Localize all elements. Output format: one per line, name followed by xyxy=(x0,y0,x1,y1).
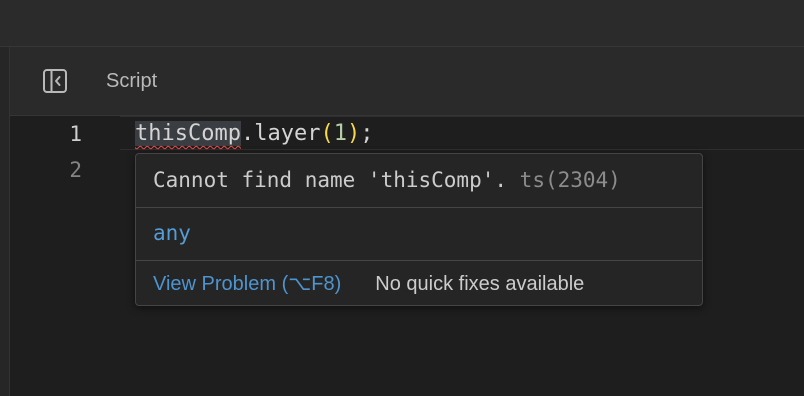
error-message-text: Cannot find name 'thisComp'. xyxy=(153,168,508,192)
code-line[interactable]: thisComp.layer(1); xyxy=(135,117,373,151)
number-literal: 1 xyxy=(333,121,347,146)
line-number: 2 xyxy=(69,158,82,182)
view-problem-link[interactable]: View Problem (⌥F8) xyxy=(153,273,341,295)
no-quick-fixes-text: No quick fixes available xyxy=(375,273,585,295)
script-editor-window: Script 1 2 thisComp.layer(1); Cannot fin… xyxy=(0,0,804,396)
divider xyxy=(136,260,702,261)
divider xyxy=(136,207,702,208)
member-access: .layer xyxy=(240,121,321,146)
close-paren: ) xyxy=(346,121,361,146)
page-title: Script xyxy=(106,70,158,92)
type-info: any xyxy=(153,221,191,245)
open-paren: ( xyxy=(320,121,334,146)
hover-actions: View Problem (⌥F8) No quick fixes availab… xyxy=(153,269,584,299)
semicolon: ; xyxy=(360,121,374,146)
sidebar-toggle-icon[interactable] xyxy=(42,68,68,94)
line-number: 1 xyxy=(69,122,82,146)
error-code: ts(2304) xyxy=(519,168,621,192)
hover-tooltip: Cannot find name 'thisComp'. ts(2304) an… xyxy=(135,153,703,306)
error-identifier[interactable]: thisComp xyxy=(135,121,241,146)
left-rail xyxy=(0,47,10,396)
top-bar xyxy=(0,0,804,47)
script-header: Script xyxy=(10,47,804,116)
error-message: Cannot find name 'thisComp'. ts(2304) xyxy=(153,164,621,196)
